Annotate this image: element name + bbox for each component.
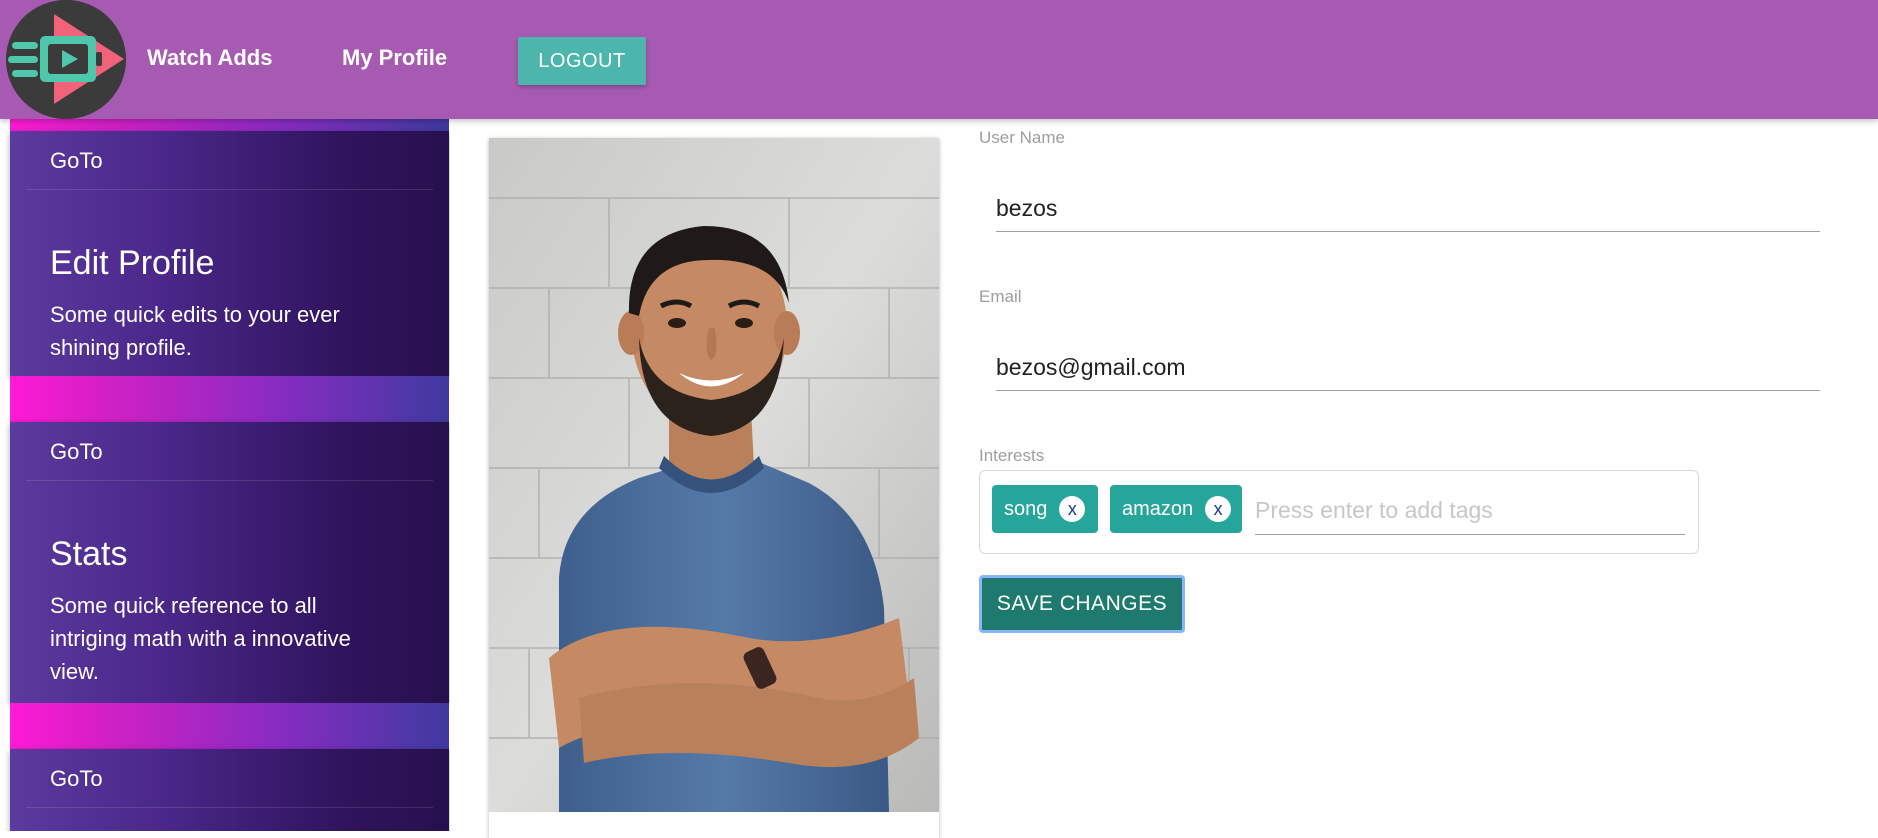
card-description-stats: Some quick reference to all intriging ma… <box>50 593 351 684</box>
email-label: Email <box>979 287 1022 306</box>
profile-photo <box>489 138 939 812</box>
play-video-logo-icon[interactable] <box>6 0 126 119</box>
sidebar-divider-strip <box>10 703 449 749</box>
profile-photo-card <box>489 138 939 838</box>
username-input[interactable] <box>996 186 1820 232</box>
goto-link-edit-profile[interactable]: GoTo <box>26 131 433 190</box>
tag-chip-amazon: amazon x <box>1110 485 1242 533</box>
tag-remove-icon[interactable]: x <box>1059 496 1086 522</box>
logout-button[interactable]: LOGOUT <box>518 37 646 85</box>
sidebar-card-stats: GoTo Stats Some quick reference to all i… <box>10 422 449 703</box>
tag-input[interactable] <box>1255 487 1685 535</box>
interests-label: Interests <box>979 446 1045 465</box>
sidebar-card-edit-profile: GoTo Edit Profile Some quick edits to yo… <box>10 131 449 376</box>
nav-link-my-profile[interactable]: My Profile <box>342 45 447 71</box>
tag-chip-song: song x <box>992 485 1098 533</box>
tag-label: song <box>1004 497 1048 520</box>
username-label: User Name <box>979 128 1065 147</box>
sidebar-divider-strip <box>10 119 449 131</box>
tag-remove-icon[interactable]: x <box>1205 496 1232 522</box>
goto-link-stats[interactable]: GoTo <box>26 422 433 481</box>
sidebar: GoTo Edit Profile Some quick edits to yo… <box>0 119 450 831</box>
nav-link-watch-adds[interactable]: Watch Adds <box>147 45 272 71</box>
save-changes-button[interactable]: SAVE CHANGES <box>979 575 1185 633</box>
card-title-edit-profile: Edit Profile <box>50 244 215 282</box>
tag-label: amazon <box>1122 497 1194 520</box>
card-description-edit-profile: Some quick edits to your ever shining pr… <box>50 302 340 360</box>
email-input[interactable] <box>996 345 1820 391</box>
sidebar-card-third: GoTo <box>10 749 449 831</box>
top-navbar: Watch Adds My Profile LOGOUT <box>0 0 1878 119</box>
sidebar-divider-strip <box>10 376 449 422</box>
interests-tags-box[interactable]: song x amazon x <box>979 470 1699 554</box>
card-title-stats: Stats <box>50 535 128 573</box>
goto-link-third[interactable]: GoTo <box>26 749 433 808</box>
